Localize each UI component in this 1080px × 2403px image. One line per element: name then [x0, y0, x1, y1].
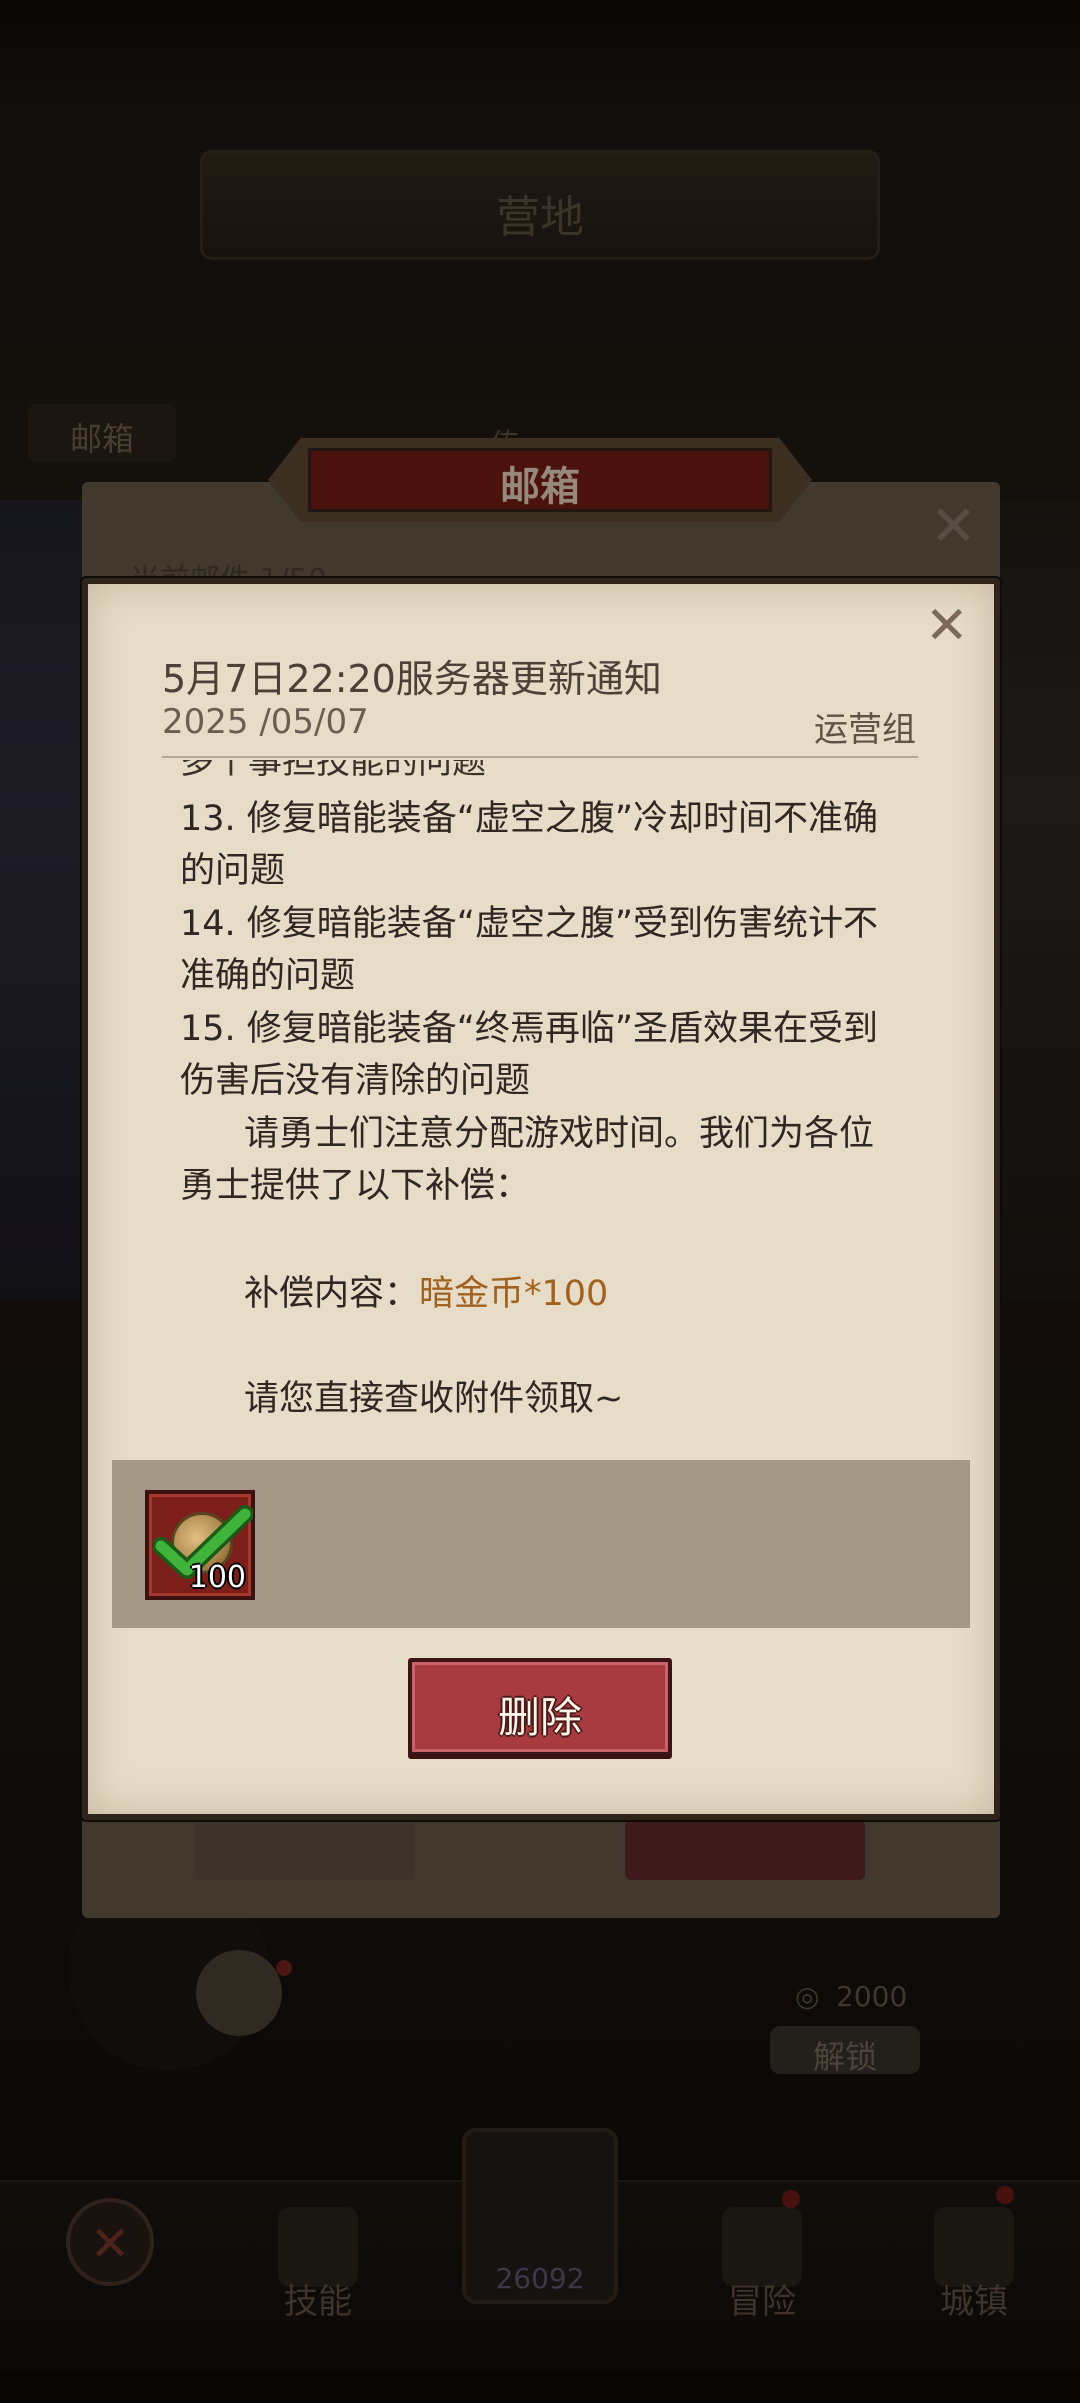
notification-dot: [782, 2190, 800, 2208]
compensation-line: 补偿内容：暗金币*100: [244, 1265, 608, 1316]
notification-dot: [996, 2186, 1014, 2204]
left-scenery: [0, 500, 84, 1300]
gem-count: 26092: [495, 2262, 585, 2295]
nav-adventure-label: 冒险: [728, 2282, 796, 2322]
mail-date: 2025 /05/07: [162, 702, 369, 742]
close-icon: ✕: [89, 2216, 131, 2272]
nav-skill-label: 技能: [284, 2282, 352, 2322]
mail-title: 5月7日22:20服务器更新通知: [162, 657, 662, 701]
mail-body-line: 请勇士们注意分配游戏时间。我们为各位: [244, 1114, 875, 1154]
mailbox-button-right: [625, 1820, 865, 1880]
nav-adventure: 冒险: [662, 2182, 862, 2372]
nav-skill: 技能: [218, 2182, 418, 2372]
mail-body-line: 的问题: [180, 851, 286, 891]
mail-body-scroll[interactable]: 多个事担技能的问题 13. 修复暗能装备“虚空之腹”冷却时间不准确 的问题 14…: [162, 760, 922, 1418]
camp-title: 营地: [496, 192, 584, 243]
compensation-value: 暗金币*100: [419, 1274, 609, 1314]
mail-body-partial-line: 多个事担技能的问题: [180, 760, 486, 782]
mailbox-button-left: [195, 1820, 415, 1880]
coin-amount: 2000: [836, 1980, 908, 2013]
camp-title-banner: 营地: [200, 150, 880, 260]
unlock-label: 解锁: [812, 2038, 877, 2076]
mailbox-close-icon: ✕: [930, 494, 977, 559]
nav-town: 城镇: [874, 2182, 1074, 2372]
notification-dot: [276, 1960, 292, 1976]
attachment-quantity: 100: [188, 1560, 246, 1595]
mail-body-line: 13. 修复暗能装备“虚空之腹”冷却时间不准确: [180, 799, 879, 839]
coin-icon: ◎: [795, 1980, 820, 2013]
mailbox-banner: 邮箱: [268, 438, 812, 522]
mail-body-line: 准确的问题: [180, 956, 356, 996]
screen: { "background": { "top_title": "营地", "ma…: [0, 0, 1080, 2403]
nav-town-label: 城镇: [940, 2282, 1008, 2322]
claim-hint: 请您直接查收附件领取~: [244, 1379, 624, 1418]
close-icon[interactable]: ✕: [925, 600, 969, 652]
mailbox-banner-title: 邮箱: [500, 464, 580, 510]
eye-icon: [196, 1950, 282, 2036]
right-scenery: [996, 500, 1080, 1300]
attachment-item[interactable]: 100: [145, 1490, 255, 1600]
mail-body-line: 伤害后没有清除的问题: [180, 1061, 531, 1101]
mailbox-tag: 邮箱: [28, 404, 176, 462]
mail-body-line: 15. 修复暗能装备“终焉再临”圣盾效果在受到: [180, 1009, 879, 1049]
mail-sender: 运营组: [814, 710, 916, 750]
mailbox-tag-label: 邮箱: [69, 420, 134, 458]
compensation-label: 补偿内容：: [244, 1274, 420, 1314]
unlock-button: 解锁: [770, 2026, 920, 2076]
title-divider: [162, 756, 918, 758]
mail-body-line: 14. 修复暗能装备“虚空之腹”受到伤害统计不: [180, 904, 879, 944]
delete-button[interactable]: 删除: [408, 1658, 672, 1756]
mail-body-line: 勇士提供了以下补偿：: [180, 1166, 531, 1206]
delete-button-label: 删除: [497, 1693, 582, 1742]
nav-close-button: ✕: [66, 2198, 154, 2286]
